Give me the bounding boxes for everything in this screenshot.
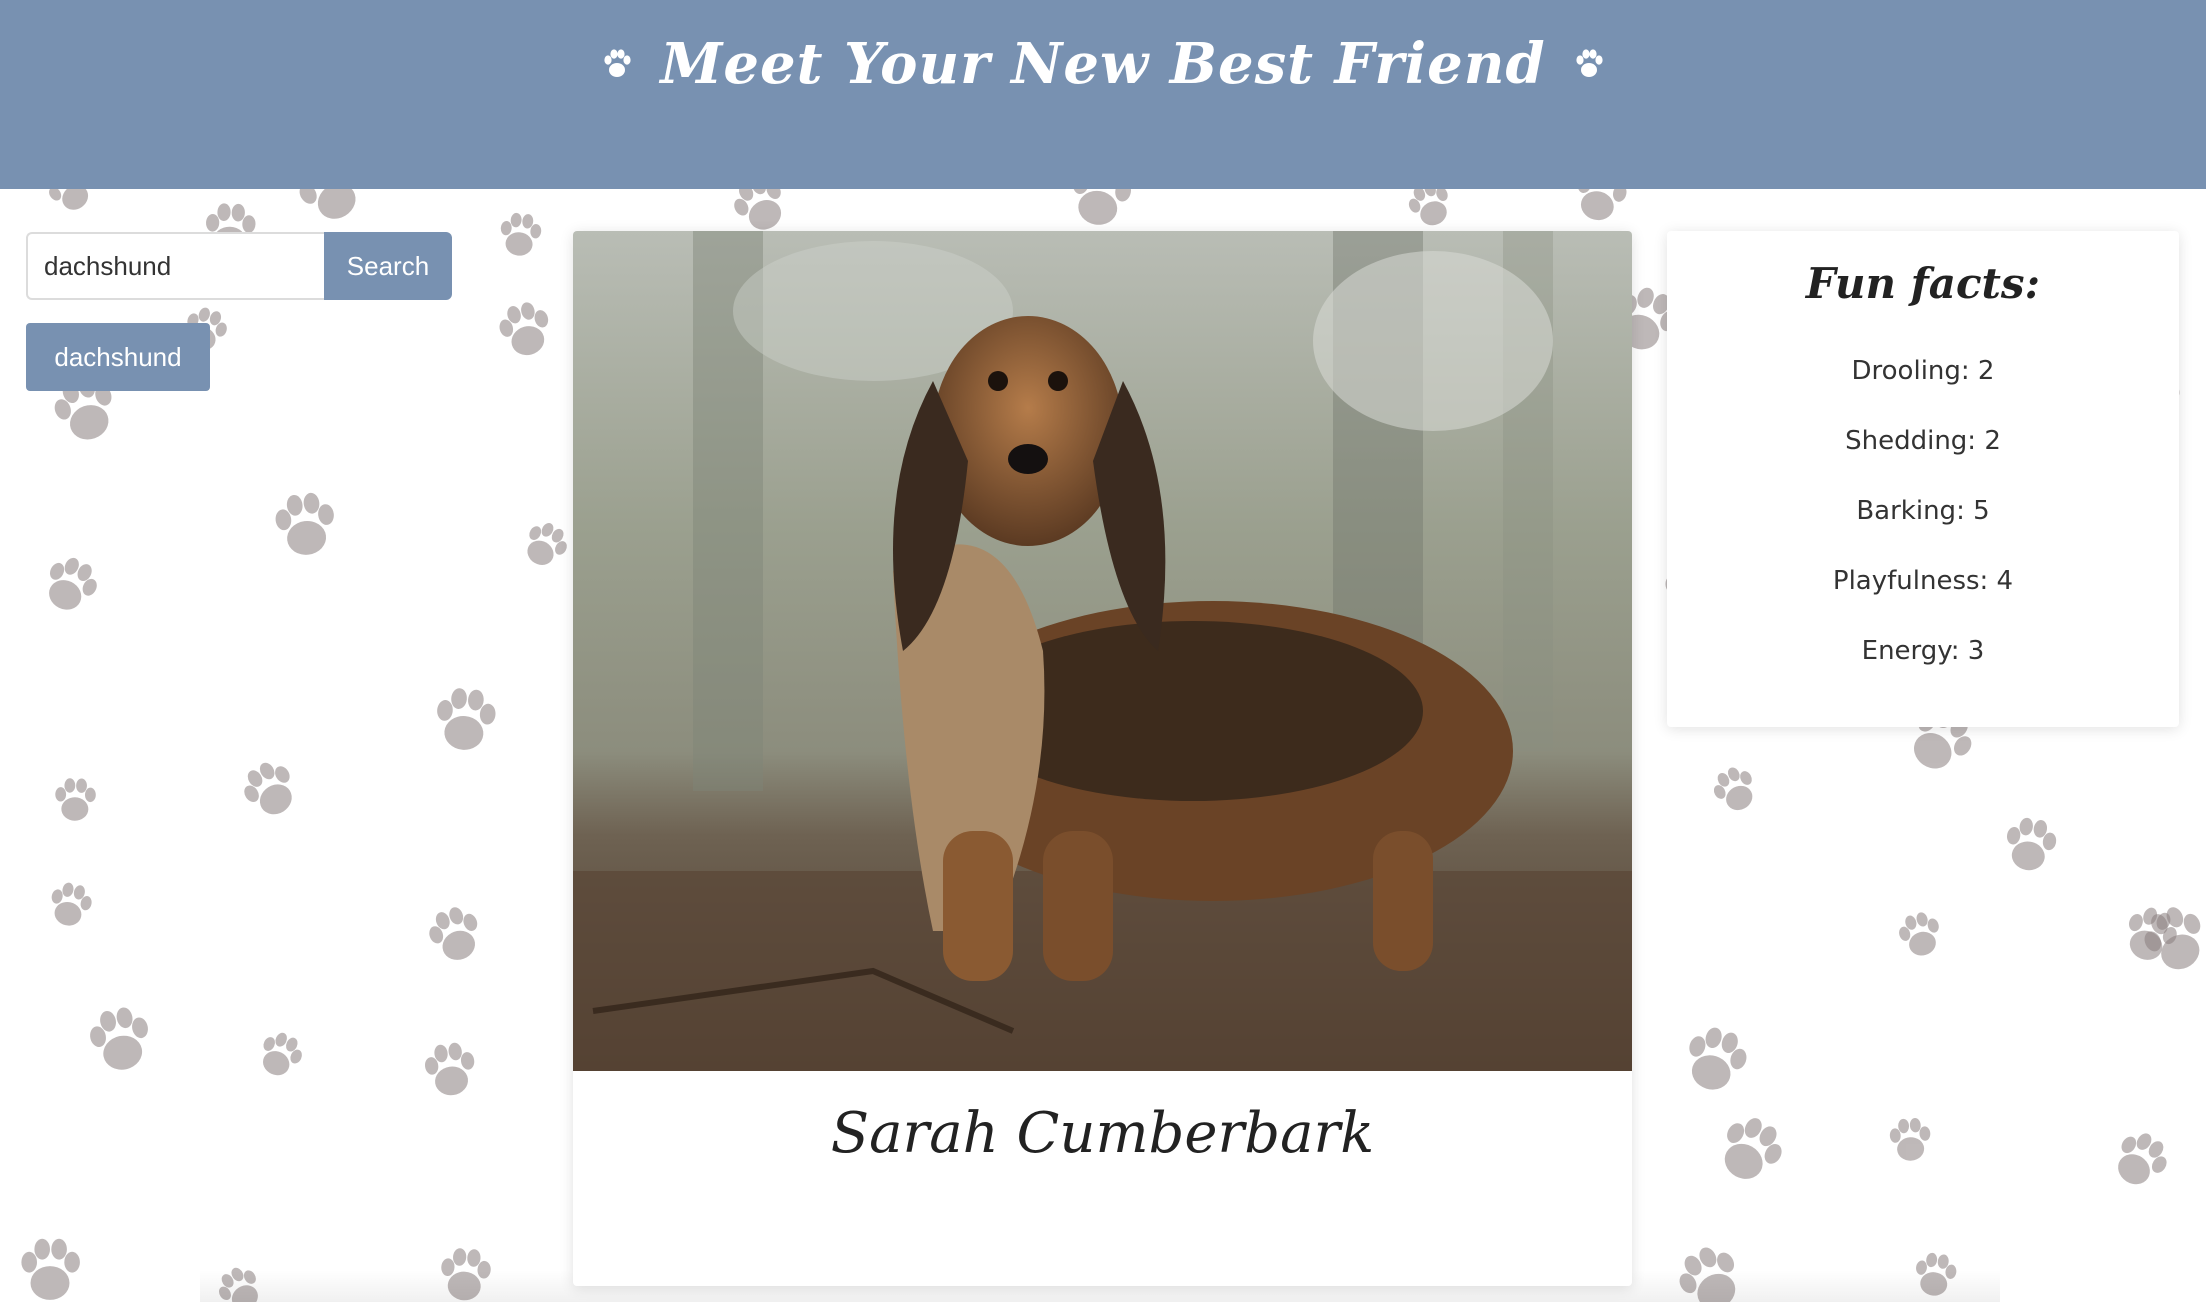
fact-shedding: Shedding: 2 — [1845, 426, 2001, 456]
paw-print — [218, 1267, 258, 1302]
paw-print — [1713, 767, 1753, 811]
dog-photo — [573, 231, 1632, 1071]
dog-name: Sarah Cumberbark — [830, 1101, 1375, 1166]
fact-energy: Energy: 3 — [1861, 636, 1985, 666]
fact-playfulness: Playfulness: 4 — [1832, 566, 2014, 596]
fact-barking: Barking: 5 — [1856, 496, 1990, 526]
fun-facts-list: Drooling: 2 Shedding: 2 Barking: 5 Playf… — [1667, 354, 2179, 704]
paw-print — [1679, 1247, 1736, 1302]
paw-print — [441, 1248, 491, 1301]
paw-icon — [1576, 48, 1603, 77]
paw-print — [1899, 912, 1939, 956]
paw-print — [1916, 1252, 1957, 1296]
search-history-button-dachshund[interactable]: dachshund — [26, 323, 210, 391]
paw-print — [21, 1238, 80, 1300]
paw-print — [437, 688, 496, 750]
paw-print — [2006, 817, 2057, 871]
search-input[interactable] — [26, 232, 324, 300]
paw-print — [275, 492, 334, 555]
search-button[interactable]: Search — [324, 232, 452, 300]
fact-drooling: Drooling: 2 — [1851, 356, 1995, 386]
search-form: Search — [26, 232, 452, 300]
page-title: Meet Your New Best Friend — [660, 30, 1546, 97]
paw-print — [1889, 1118, 1931, 1161]
paw-print — [90, 1007, 148, 1070]
paw-print — [55, 778, 96, 821]
paw-print — [429, 907, 478, 960]
paw-print — [1689, 1027, 1747, 1090]
dog-card: Sarah Cumberbark — [573, 231, 1632, 1286]
paw-print — [500, 212, 542, 256]
site-header: Meet Your New Best Friend — [0, 0, 2206, 189]
paw-print — [51, 882, 92, 926]
fun-facts-title: Fun facts: — [1805, 259, 2041, 308]
paw-icon — [604, 48, 631, 77]
fun-facts-panel: Fun facts: Drooling: 2 Shedding: 2 Barki… — [1667, 231, 2179, 727]
paw-print — [244, 762, 292, 815]
paw-print — [2129, 907, 2177, 960]
paw-print — [527, 523, 567, 565]
paw-print — [1724, 1118, 1782, 1179]
paw-print — [2118, 1133, 2167, 1185]
paw-print — [499, 302, 549, 356]
paw-print — [425, 1042, 475, 1096]
paw-print — [262, 1032, 302, 1076]
paw-print — [2144, 907, 2201, 970]
paw-print — [49, 557, 97, 610]
